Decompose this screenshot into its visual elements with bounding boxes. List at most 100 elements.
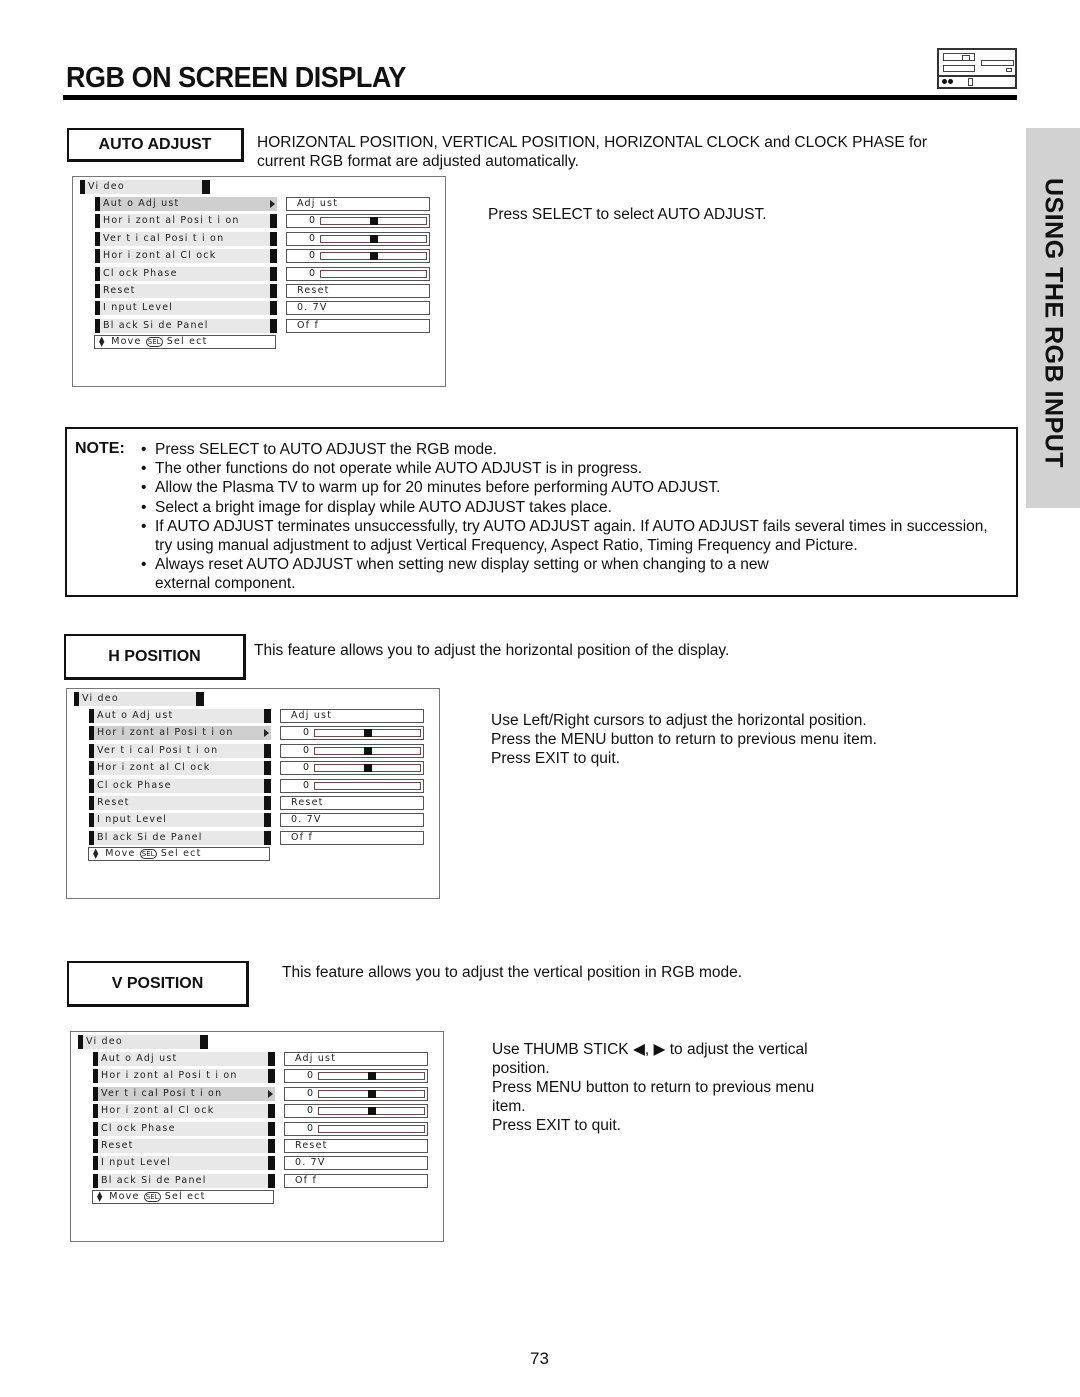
osd-slider-field[interactable]: 0 (286, 266, 430, 281)
osd-slider-value: 0 (307, 1070, 315, 1082)
osd-slider-field[interactable]: 0 (286, 214, 430, 229)
select-hint: Sel ect (164, 1191, 206, 1203)
osd-slider-value: 0 (303, 744, 311, 756)
section-label-h-position: H POSITION (64, 634, 246, 680)
osd-menu-item[interactable]: Aut o Adj ust (95, 197, 277, 211)
osd-menu-item[interactable]: Hor i zont al Posi t i on (89, 726, 271, 741)
section-instructions-auto-adjust: Press SELECT to select AUTO ADJUST. (488, 205, 888, 224)
osd-header: Vi deo (80, 180, 210, 194)
osd-value-field[interactable]: Adj ust (286, 197, 430, 211)
osd-menu-item[interactable]: Ver t i cal Posi t i on (95, 231, 277, 246)
instruction-line: Press EXIT to quit. (491, 750, 620, 767)
osd-menu-item[interactable]: Hor i zont al Posi t i on (93, 1069, 275, 1084)
note-item: The other functions do not operate while… (141, 459, 1001, 478)
osd-value-field[interactable]: Reset (284, 1139, 428, 1153)
chapter-side-tab-label: USING THE RGB INPUT (1039, 178, 1068, 469)
osd-slider-value: 0 (309, 267, 317, 279)
osd-slider-field[interactable]: 0 (280, 726, 424, 741)
osd-slider-track[interactable] (314, 764, 421, 773)
osd-slider-field[interactable]: 0 (280, 743, 424, 758)
osd-slider-field[interactable]: 0 (286, 231, 430, 246)
osd-slider-value: 0 (303, 779, 311, 791)
osd-slider-thumb[interactable] (363, 729, 372, 738)
section-label-v-position: V POSITION (67, 961, 249, 1007)
osd-slider-thumb[interactable] (367, 1089, 376, 1098)
instruction-line: Press EXIT to quit. (492, 1117, 621, 1134)
osd-slider-field[interactable]: 0 (280, 761, 424, 776)
osd-slider-value: 0 (309, 232, 317, 244)
osd-value-field[interactable]: Reset (286, 284, 430, 298)
title-divider (63, 95, 1017, 100)
osd-menu-item[interactable]: Aut o Adj ust (93, 1052, 275, 1066)
osd-menu-item[interactable]: Ver t i cal Posi t i on (93, 1086, 275, 1101)
osd-menu-item[interactable]: Bl ack Si de Panel (89, 830, 271, 845)
osd-footer-hint: ▲ ▼ Move SEL Sel ect (94, 335, 276, 350)
osd-menu-item[interactable]: Ver t i cal Posi t i on (89, 743, 271, 758)
osd-menu-item[interactable]: Bl ack Si de Panel (95, 318, 277, 333)
osd-menu-item[interactable]: I nput Level (93, 1156, 275, 1171)
osd-menu-v-position: Vi deo Aut o Adj ust Adj ust Hor i zont al … (70, 1031, 444, 1242)
osd-slider-track[interactable] (314, 781, 421, 790)
note-label: NOTE: (75, 440, 125, 457)
osd-slider-track[interactable] (320, 252, 427, 261)
osd-value-field[interactable]: Of f (280, 830, 424, 845)
osd-menu-item[interactable]: Bl ack Si de Panel (93, 1173, 275, 1188)
note-item: Press SELECT to AUTO ADJUST the RGB mode… (141, 440, 1001, 459)
instruction-line: Use Left/Right cursors to adjust the hor… (491, 712, 867, 729)
osd-slider-track[interactable] (320, 269, 427, 278)
osd-slider-track[interactable] (318, 1124, 425, 1133)
note-item: Allow the Plasma TV to warm up for 20 mi… (141, 478, 1001, 497)
osd-slider-field[interactable]: 0 (284, 1121, 428, 1136)
osd-value-field[interactable]: 0. 7V (286, 301, 430, 316)
osd-slider-track[interactable] (318, 1107, 425, 1116)
osd-slider-value: 0 (307, 1122, 315, 1134)
osd-slider-track[interactable] (314, 729, 421, 738)
osd-menu-auto-adjust: Vi deo Aut o Adj ust Adj ust Hor i zont al … (72, 176, 446, 387)
osd-menu-item[interactable]: Cl ock Phase (95, 266, 277, 281)
chapter-side-tab: USING THE RGB INPUT (1026, 128, 1080, 508)
osd-value-field[interactable]: 0. 7V (280, 813, 424, 828)
osd-menu-item[interactable]: I nput Level (95, 301, 277, 316)
osd-menu-item[interactable]: Reset (93, 1139, 275, 1153)
osd-slider-field[interactable]: 0 (280, 778, 424, 793)
osd-value-field[interactable]: Adj ust (284, 1052, 428, 1066)
osd-slider-track[interactable] (318, 1072, 425, 1081)
osd-slider-thumb[interactable] (363, 764, 372, 773)
note-list: Press SELECT to AUTO ADJUST the RGB mode… (141, 440, 1001, 594)
osd-menu-item[interactable]: I nput Level (89, 813, 271, 828)
osd-value-field[interactable]: Of f (284, 1173, 428, 1188)
osd-slider-track[interactable] (320, 234, 427, 243)
osd-slider-track[interactable] (318, 1089, 425, 1098)
osd-menu-item[interactable]: Reset (89, 796, 271, 810)
osd-menu-item[interactable]: Cl ock Phase (93, 1121, 275, 1136)
osd-menu-item[interactable]: Hor i zont al Cl ock (93, 1104, 275, 1119)
osd-slider-thumb[interactable] (367, 1107, 376, 1116)
osd-slider-thumb[interactable] (369, 252, 378, 261)
osd-slider-value: 0 (309, 215, 317, 227)
instruction-line: Use THUMB STICK ◀, ▶ to adjust the verti… (492, 1041, 808, 1077)
osd-slider-thumb[interactable] (367, 1072, 376, 1081)
move-hint: Move (111, 336, 142, 348)
osd-menu-item[interactable]: Hor i zont al Cl ock (89, 761, 271, 776)
osd-slider-field[interactable]: 0 (286, 249, 430, 264)
osd-slider-thumb[interactable] (369, 217, 378, 226)
osd-value-field[interactable]: Reset (280, 796, 424, 810)
osd-slider-field[interactable]: 0 (284, 1086, 428, 1101)
page-title: RGB ON SCREEN DISPLAY (66, 62, 406, 94)
note-item: Select a bright image for display while … (141, 498, 1001, 517)
osd-slider-track[interactable] (314, 746, 421, 755)
osd-menu-item[interactable]: Reset (95, 284, 277, 298)
osd-value-field[interactable]: Of f (286, 318, 430, 333)
osd-slider-field[interactable]: 0 (284, 1069, 428, 1084)
osd-value-field[interactable]: 0. 7V (284, 1156, 428, 1171)
osd-menu-item[interactable]: Hor i zont al Cl ock (95, 249, 277, 264)
osd-menu-item[interactable]: Hor i zont al Posi t i on (95, 214, 277, 229)
osd-value-field[interactable]: Adj ust (280, 709, 424, 723)
osd-slider-track[interactable] (320, 217, 427, 226)
osd-slider-thumb[interactable] (369, 234, 378, 243)
osd-slider-thumb[interactable] (363, 746, 372, 755)
osd-slider-field[interactable]: 0 (284, 1104, 428, 1119)
osd-menu-item[interactable]: Cl ock Phase (89, 778, 271, 793)
section-label-auto-adjust: AUTO ADJUST (67, 128, 244, 162)
osd-menu-item[interactable]: Aut o Adj ust (89, 709, 271, 723)
